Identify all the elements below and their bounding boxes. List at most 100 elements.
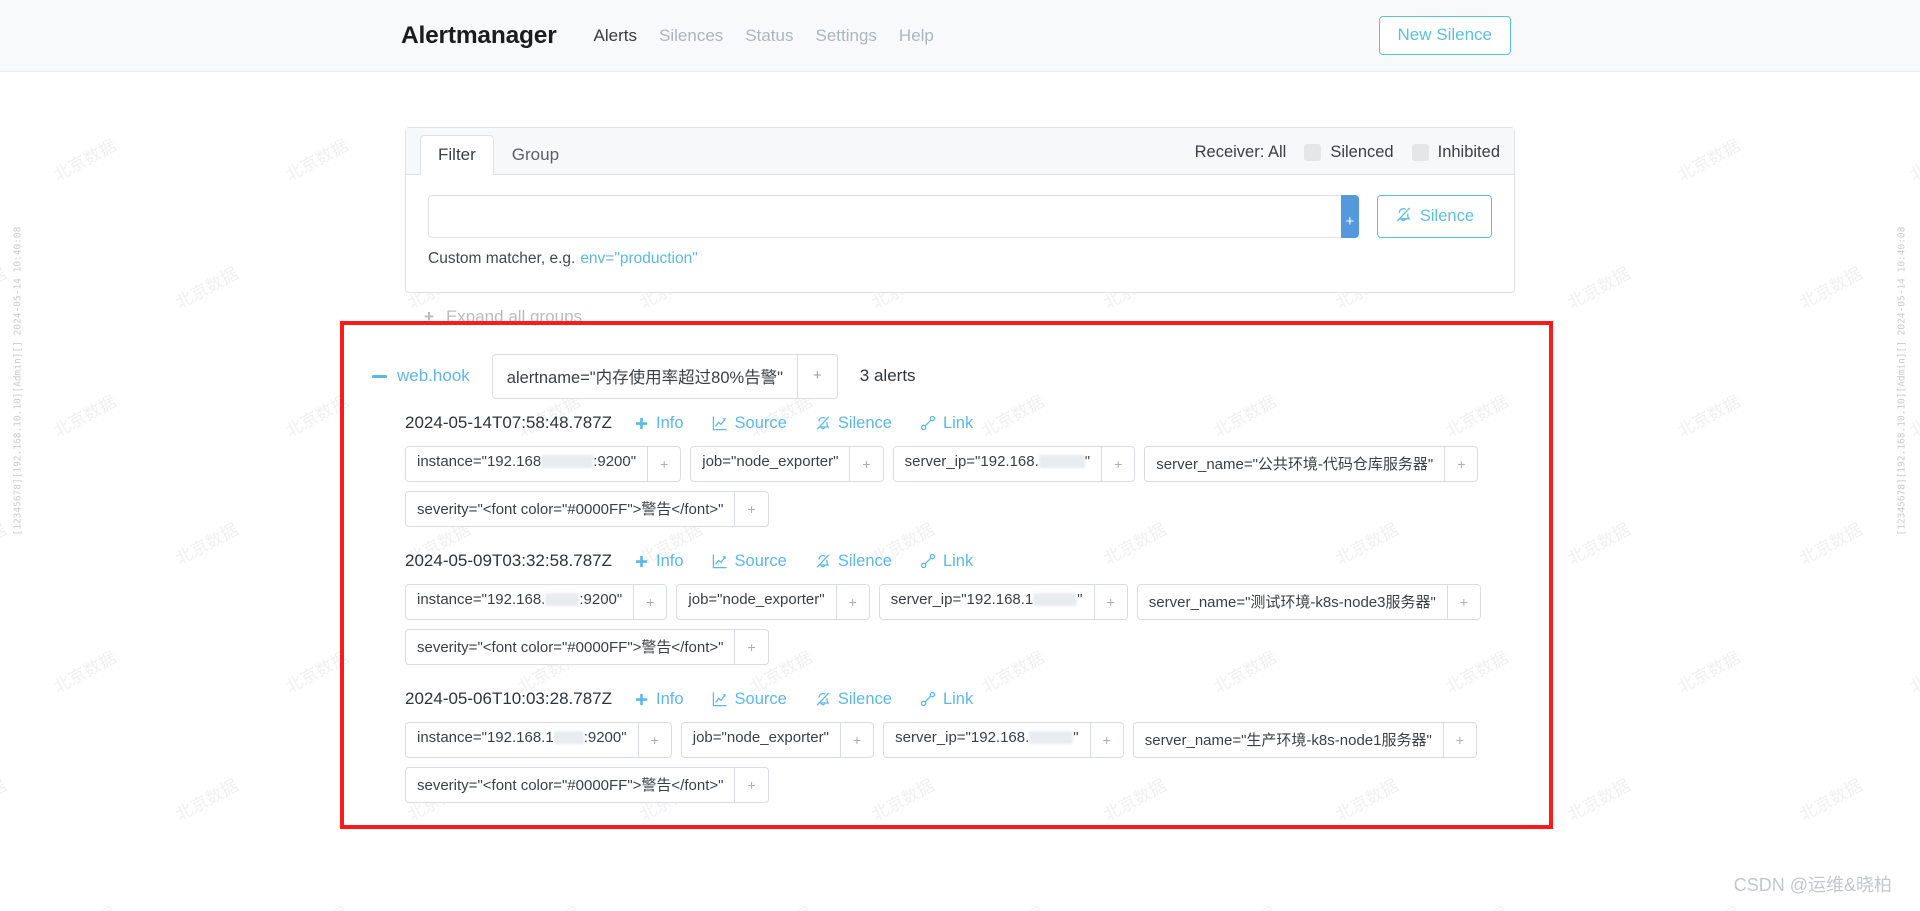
alert-action-info[interactable]: Info (634, 690, 684, 709)
label-add-filter-button[interactable]: + (647, 447, 680, 481)
watermark-tile: 北京数据 (0, 263, 10, 314)
alert-action-silence[interactable]: Silence (815, 414, 892, 433)
inhibited-label: Inhibited (1437, 143, 1500, 161)
alert-action-silence[interactable]: Silence (815, 552, 892, 571)
filter-card: Filter Group Receiver: All Silenced Inhi… (405, 127, 1515, 293)
redacted-value (1033, 592, 1078, 606)
filter-card-header: Filter Group Receiver: All Silenced Inhi… (406, 128, 1514, 175)
silence-icon (815, 553, 831, 569)
watermark-tile: 北京数据 (1564, 775, 1634, 826)
filter-matcher-input[interactable] (428, 195, 1341, 238)
alert-action-label: Link (942, 551, 974, 570)
group-collapse-toggle[interactable]: web.hook (372, 366, 470, 386)
alert-action-source[interactable]: Source (712, 552, 787, 571)
nav-link-alerts[interactable]: Alerts (583, 26, 648, 46)
alert-timestamp: 2024-05-14T07:58:48.787Z (405, 413, 612, 432)
alert-action-label: Silence (837, 413, 892, 432)
tab-filter[interactable]: Filter (420, 134, 494, 175)
alert-label-row: severity="<font color="#0000FF">警告</font… (405, 629, 1532, 665)
label-add-filter-button[interactable]: + (734, 492, 767, 526)
add-matcher-button[interactable]: + (1341, 195, 1359, 238)
alert-label-text: job="node_exporter" (692, 729, 829, 746)
alert-action-info[interactable]: Info (634, 552, 684, 571)
silence-icon (815, 691, 831, 707)
alert-label-pill: server_name="生产环境-k8s-node1服务器" + (1132, 722, 1477, 758)
alert-action-info[interactable]: Info (634, 414, 684, 433)
navbar: Alertmanager Alerts Silences Status Sett… (0, 0, 1920, 72)
alert-label-pill: instance="192.168.1:9200" + (405, 722, 672, 758)
label-add-filter-button[interactable]: + (1446, 585, 1480, 619)
alert-label-text: instance="192.168:9200" (417, 453, 637, 470)
minus-icon (372, 374, 387, 378)
alert-action-label: Source (734, 689, 787, 708)
watermark-tile: 北京数据 (0, 775, 10, 826)
receiver-selector[interactable]: Receiver: All (1195, 143, 1287, 162)
label-add-filter-button[interactable]: + (1444, 447, 1477, 481)
new-silence-button[interactable]: New Silence (1378, 15, 1511, 56)
alert-label-text: instance="192.168.1:9200" (417, 729, 627, 746)
alert-label-pill: severity="<font color="#0000FF">警告</font… (405, 491, 769, 527)
label-add-filter-button[interactable]: + (1089, 723, 1123, 757)
alert-label-pill: server_ip="192.168. " + (883, 722, 1124, 758)
silenced-checkbox[interactable]: Silenced (1304, 143, 1394, 162)
alert-action-link[interactable]: Link (920, 414, 973, 433)
label-add-filter-button[interactable]: + (849, 447, 882, 481)
expand-all-groups-button[interactable]: + Expand all groups (424, 307, 582, 327)
nav-link-help[interactable]: Help (888, 26, 945, 46)
watermark-tile: 北京数据 (280, 900, 351, 911)
inhibited-checkbox[interactable]: Inhibited (1411, 143, 1500, 162)
watermark-tile: 北京数据 (48, 900, 119, 911)
watermark-tile: 北京数据 (1904, 900, 1920, 911)
alert-action-source[interactable]: Source (712, 690, 787, 709)
label-add-filter-button[interactable]: + (1442, 723, 1476, 757)
alert-label-pill: severity="<font color="#0000FF">警告</font… (405, 767, 769, 803)
alert-item: 2024-05-09T03:32:58.787Z Info Source Silenc… (405, 551, 1532, 665)
group-matcher-add-button[interactable]: + (797, 354, 837, 398)
watermark-tile: 北京数据 (1672, 900, 1743, 911)
watermark-tile: 北京数据 (282, 647, 352, 698)
label-add-filter-button[interactable]: + (734, 768, 767, 802)
watermark-tile: 北京数据 (282, 135, 352, 186)
watermark-tile: 北京数据 (50, 391, 120, 442)
nav-link-silences[interactable]: Silences (648, 26, 734, 46)
info-icon (634, 692, 649, 707)
side-watermark-right: [12345678][192.168.10.10][Admin][] 2024-… (1896, 226, 1908, 536)
silence-bell-icon (1395, 206, 1412, 228)
label-add-filter-button[interactable]: + (734, 630, 767, 664)
label-add-filter-button[interactable]: + (637, 723, 671, 757)
label-add-filter-button[interactable]: + (835, 585, 869, 619)
alert-action-label: Link (942, 413, 974, 432)
watermark-tile: 北京数据 (976, 900, 1047, 911)
tab-group[interactable]: Group (494, 135, 577, 175)
alert-header: 2024-05-06T10:03:28.787Z Info Source Silenc… (405, 689, 1532, 709)
alert-action-label: Info (656, 689, 684, 708)
alert-action-label: Info (656, 551, 684, 570)
redacted-value (1038, 454, 1085, 468)
source-icon (712, 415, 728, 431)
helper-label: Custom matcher, e.g. (428, 250, 576, 267)
silence-button-label: Silence (1419, 207, 1474, 225)
helper-example-code: env="production" (580, 250, 698, 267)
alert-action-link[interactable]: Link (920, 690, 973, 709)
alert-action-silence[interactable]: Silence (815, 690, 892, 709)
silence-icon (815, 415, 831, 431)
app-brand[interactable]: Alertmanager (401, 22, 557, 50)
alert-action-link[interactable]: Link (920, 552, 973, 571)
alert-label-row: severity="<font color="#0000FF">警告</font… (405, 491, 1532, 527)
checkbox-icon[interactable] (1411, 144, 1429, 161)
checkbox-icon[interactable] (1304, 144, 1322, 161)
watermark-tile: 北京数据 (1796, 263, 1866, 314)
nav-link-status[interactable]: Status (734, 26, 804, 46)
alert-label-row: instance="192.168.1:9200" + job="node_expo… (405, 722, 1532, 758)
alert-label-text: severity="<font color="#0000FF">警告</font… (417, 501, 724, 518)
watermark-tile: 北京数据 (50, 135, 120, 186)
label-add-filter-button[interactable]: + (839, 723, 873, 757)
label-add-filter-button[interactable]: + (1093, 585, 1127, 619)
source-icon (712, 553, 728, 569)
label-add-filter-button[interactable]: + (1101, 447, 1134, 481)
silence-button[interactable]: Silence (1376, 195, 1492, 238)
nav-link-settings[interactable]: Settings (804, 26, 887, 46)
alert-label-text: severity="<font color="#0000FF">警告</font… (417, 777, 724, 794)
alert-action-source[interactable]: Source (712, 414, 787, 433)
label-add-filter-button[interactable]: + (633, 585, 666, 619)
